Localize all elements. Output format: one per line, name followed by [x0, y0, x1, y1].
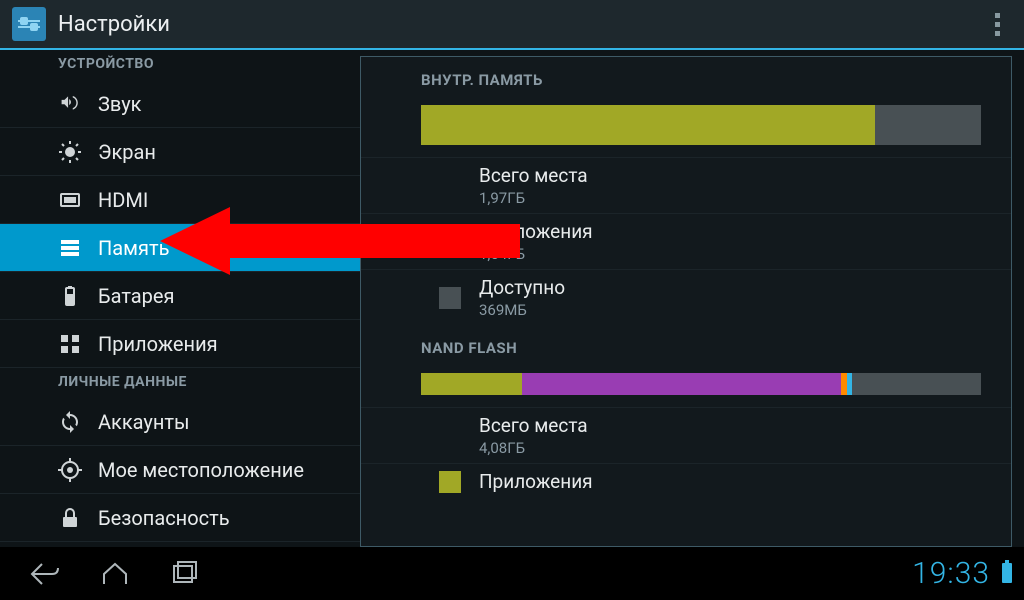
sidebar-item-hdmi[interactable]: HDMI: [0, 176, 360, 224]
clock[interactable]: 19:33: [912, 556, 990, 591]
sidebar-item-label: HDMI: [98, 188, 148, 212]
sidebar-item-label: Память: [98, 236, 169, 260]
battery-icon: [58, 284, 82, 308]
overflow-menu-icon[interactable]: [982, 9, 1012, 39]
sidebar-item-apps[interactable]: Приложения: [0, 320, 360, 368]
sidebar-item-battery[interactable]: Батарея: [0, 272, 360, 320]
settings-sidebar: УСТРОЙСТВО Звук Экран HDMI Память: [0, 50, 360, 547]
swatch-none: [439, 175, 461, 197]
stat-available-internal[interactable]: Доступно 369МБ: [361, 269, 1011, 325]
stat-value: 1,54ГБ: [479, 245, 593, 263]
apps-icon: [58, 332, 82, 356]
nand-flash-header: NAND FLASH: [361, 325, 1011, 367]
bar-segment: [421, 373, 522, 395]
page-title: Настройки: [58, 12, 982, 37]
stat-apps-internal[interactable]: Приложения 1,54ГБ: [361, 213, 1011, 269]
sidebar-item-label: Мое местоположение: [98, 458, 304, 482]
bar-segment: [522, 373, 841, 395]
sync-icon: [58, 410, 82, 434]
sidebar-item-label: Безопасность: [98, 506, 230, 530]
swatch-none: [439, 425, 461, 447]
stat-total-nand[interactable]: Всего места 4,08ГБ: [361, 407, 1011, 463]
stat-value: 4,08ГБ: [479, 439, 588, 457]
sidebar-item-accounts[interactable]: Аккаунты: [0, 398, 360, 446]
stat-title: Всего места: [479, 164, 588, 187]
stat-title: Приложения: [479, 220, 593, 243]
sidebar-item-label: Звук: [98, 92, 141, 116]
storage-icon: [58, 236, 82, 260]
internal-storage-header: ВНУТР. ПАМЯТЬ: [361, 57, 1011, 99]
stat-total-internal[interactable]: Всего места 1,97ГБ: [361, 157, 1011, 213]
storage-detail-panel[interactable]: ВНУТР. ПАМЯТЬ Всего места 1,97ГБ Приложе…: [360, 56, 1012, 547]
system-nav-bar: 19:33: [0, 547, 1024, 600]
lock-icon: [58, 506, 82, 530]
stat-title: Всего места: [479, 414, 588, 437]
stat-apps-nand[interactable]: Приложения: [361, 463, 1011, 499]
bar-segment: [852, 373, 981, 395]
bar-segment-free: [875, 105, 981, 145]
sidebar-item-label: Батарея: [98, 284, 174, 308]
hdmi-icon: [58, 188, 82, 212]
location-icon: [58, 458, 82, 482]
action-bar: Настройки: [0, 0, 1024, 50]
settings-sliders-icon: [12, 7, 46, 41]
workspace: УСТРОЙСТВО Звук Экран HDMI Память: [0, 50, 1024, 547]
sidebar-item-label: Экран: [98, 140, 156, 164]
sidebar-item-security[interactable]: Безопасность: [0, 494, 360, 542]
battery-status-icon[interactable]: [1000, 560, 1014, 588]
bar-segment-used: [421, 105, 875, 145]
section-header-device: УСТРОЙСТВО: [0, 50, 360, 80]
sidebar-item-display[interactable]: Экран: [0, 128, 360, 176]
section-header-personal: ЛИЧНЫЕ ДАННЫЕ: [0, 368, 360, 398]
recent-apps-button[interactable]: [150, 554, 220, 594]
swatch-olive: [439, 471, 461, 493]
home-button[interactable]: [80, 554, 150, 594]
stat-value: 369МБ: [479, 301, 565, 319]
internal-storage-bar[interactable]: [421, 105, 981, 145]
stat-title: Приложения: [479, 470, 593, 493]
sidebar-item-label: Приложения: [98, 332, 218, 356]
stat-title: Доступно: [479, 276, 565, 299]
back-button[interactable]: [10, 554, 80, 594]
sound-icon: [58, 92, 82, 116]
display-icon: [58, 140, 82, 164]
sidebar-item-storage[interactable]: Память: [0, 224, 360, 272]
stat-value: 1,97ГБ: [479, 189, 588, 207]
sidebar-item-label: Аккаунты: [98, 410, 190, 434]
swatch-olive: [439, 231, 461, 253]
sidebar-item-sound[interactable]: Звук: [0, 80, 360, 128]
nand-storage-bar[interactable]: [421, 373, 981, 395]
sidebar-item-location[interactable]: Мое местоположение: [0, 446, 360, 494]
swatch-gray: [439, 287, 461, 309]
